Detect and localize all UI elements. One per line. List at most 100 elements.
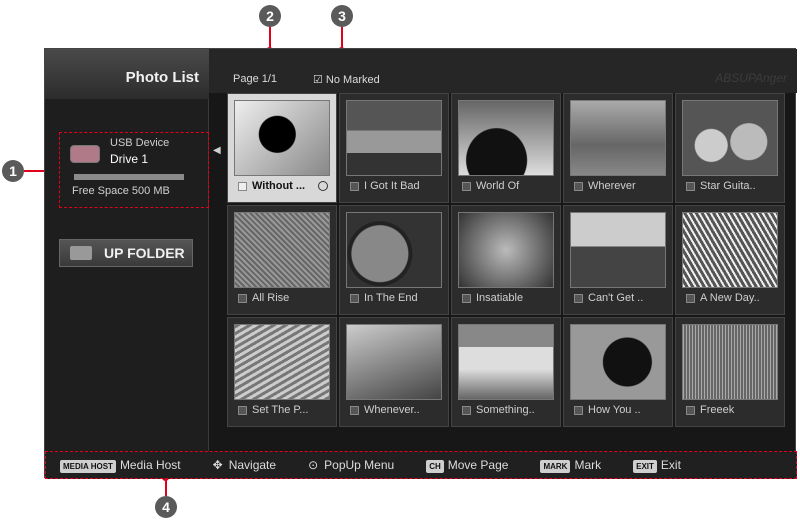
photo-title: All Rise (252, 292, 290, 304)
navigate-hint: ✥ Navigate (213, 458, 276, 472)
photo-thumbnail (458, 212, 554, 288)
photo-thumbnail (458, 100, 554, 176)
photo-thumbnail (570, 212, 666, 288)
folder-icon (70, 246, 92, 260)
photo-title: Something.. (476, 404, 535, 416)
exit-key: EXIT (633, 459, 657, 473)
mark-checkbox[interactable] (686, 294, 695, 303)
mark-checkbox[interactable] (574, 294, 583, 303)
mark-checkbox[interactable] (238, 294, 247, 303)
page-indicator: Page 1/1 (233, 73, 278, 85)
photo-tile[interactable]: In The End (339, 205, 449, 315)
marked-status: ☑ No Marked (313, 73, 380, 86)
usb-device[interactable]: USB Device Drive 1 Free Space 500 MB (59, 132, 209, 208)
photo-thumbnail (458, 324, 554, 400)
footer-bar: MEDIA HOST Media Host ✥ Navigate ⊙ PopUp Me… (45, 451, 797, 479)
photo-tile[interactable]: Insatiable (451, 205, 561, 315)
media-host-button[interactable]: MEDIA HOST Media Host (60, 458, 181, 473)
free-space-label: Free Space 500 MB (72, 185, 170, 197)
mark-checkbox[interactable] (462, 182, 471, 191)
photo-title: Set The P... (252, 404, 309, 416)
photo-thumbnail (682, 100, 778, 176)
move-page-hint[interactable]: CH Move Page (426, 458, 508, 473)
marked-status-text: No Marked (325, 74, 380, 86)
usb-drive-icon (70, 145, 100, 163)
photo-tile[interactable]: Freeek (675, 317, 785, 427)
photo-tile[interactable]: A New Day.. (675, 205, 785, 315)
mark-checkbox[interactable] (574, 406, 583, 415)
photo-title: World Of (476, 180, 520, 192)
chevron-left-icon[interactable]: ◀ (213, 145, 221, 156)
exit-label: Exit (660, 457, 681, 472)
photo-tile[interactable]: Something.. (451, 317, 561, 427)
photo-tile[interactable]: Can't Get .. (563, 205, 673, 315)
callout-3-line (341, 27, 343, 49)
photo-thumbnail (570, 100, 666, 176)
mark-checkbox[interactable] (462, 294, 471, 303)
photo-title: In The End (364, 292, 418, 304)
exit-hint[interactable]: EXIT Exit (633, 458, 681, 473)
header-bar: Page 1/1 ☑ No Marked ABSUPAnger (209, 49, 797, 93)
free-space-bar (74, 174, 184, 180)
mark-checkbox[interactable] (350, 182, 359, 191)
navigate-label: Navigate (228, 458, 277, 472)
photo-title: Can't Get .. (588, 292, 644, 304)
photo-title: Wherever (588, 180, 636, 192)
mark-checkbox[interactable] (238, 406, 247, 415)
mark-checkbox[interactable] (686, 406, 695, 415)
photo-thumbnail (346, 212, 442, 288)
photo-tile[interactable]: How You .. (563, 317, 673, 427)
sidebar: Photo List USB Device Drive 1 Free Space… (45, 49, 209, 451)
photo-tile[interactable]: Wherever (563, 93, 673, 203)
photo-thumbnail (570, 324, 666, 400)
photo-tile[interactable]: World Of (451, 93, 561, 203)
mark-checkbox[interactable] (686, 182, 695, 191)
up-folder-button[interactable]: UP FOLDER (59, 239, 193, 267)
photo-title: Whenever.. (364, 404, 420, 416)
callout-3: 3 (331, 5, 353, 27)
photo-tile[interactable]: Star Guita.. (675, 93, 785, 203)
photo-tile[interactable]: All Rise (227, 205, 337, 315)
page-title: Photo List (45, 49, 209, 99)
tv-screen: Photo List USB Device Drive 1 Free Space… (44, 48, 797, 479)
media-host-label: Media Host (119, 457, 181, 472)
mark-checkbox[interactable] (238, 182, 247, 191)
checkbox-icon: ☑ (313, 74, 326, 86)
photo-tile[interactable]: Whenever.. (339, 317, 449, 427)
mark-checkbox[interactable] (350, 406, 359, 415)
mark-checkbox[interactable] (350, 294, 359, 303)
mark-key: MARK (540, 459, 571, 473)
photo-thumbnail (346, 324, 442, 400)
photo-thumbnail (346, 100, 442, 176)
photo-tile[interactable]: Without ... (227, 93, 337, 203)
photo-title: Freeek (700, 404, 735, 416)
callout-2-line (269, 27, 271, 49)
photo-title: Insatiable (476, 292, 524, 304)
photo-grid: Without ... I Got It Bad World Of Wherev… (227, 93, 785, 433)
photo-thumbnail (234, 212, 330, 288)
drive-name-label: Drive 1 (110, 152, 149, 166)
photo-title: A New Day.. (700, 292, 760, 304)
up-folder-label: UP FOLDER (104, 245, 185, 261)
navigate-icon: ✥ (212, 458, 223, 472)
mark-hint[interactable]: MARK Mark (540, 458, 601, 473)
ok-button-icon: ⊙ (308, 458, 319, 472)
photo-title: How You .. (588, 404, 641, 416)
photo-thumbnail (682, 324, 778, 400)
photo-tile[interactable]: Set The P... (227, 317, 337, 427)
mark-checkbox[interactable] (574, 182, 583, 191)
photo-tile[interactable]: I Got It Bad (339, 93, 449, 203)
mark-checkbox[interactable] (462, 406, 471, 415)
channel-key: CH (426, 459, 444, 473)
callout-2: 2 (259, 5, 281, 27)
callout-1: 1 (2, 160, 24, 182)
move-page-label: Move Page (447, 457, 509, 472)
photo-title: I Got It Bad (364, 180, 420, 192)
selected-indicator-icon (318, 181, 328, 191)
brand-logo: ABSUPAnger (715, 71, 787, 85)
mark-label: Mark (574, 457, 602, 472)
photo-thumbnail (234, 100, 330, 176)
popup-menu-hint[interactable]: ⊙ PopUp Menu (308, 458, 394, 472)
photo-thumbnail (234, 324, 330, 400)
device-type-label: USB Device (110, 137, 170, 149)
